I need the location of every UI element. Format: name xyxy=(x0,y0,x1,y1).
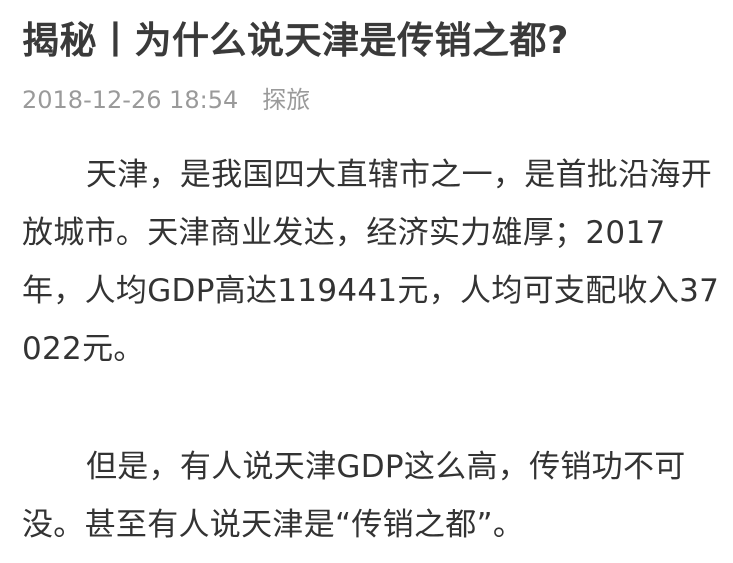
article-paragraph-2: 但是，有人说天津GDP这么高，传销功不可没。甚至有人说天津是“传销之都”。 xyxy=(22,449,686,543)
article-source[interactable]: 探旅 xyxy=(262,86,310,114)
article-title: 揭秘丨为什么说天津是传销之都? xyxy=(22,19,569,62)
article-paragraph-1: 天津，是我国四大直辖市之一，是首批沿海开放城市。天津商业发达，经济实力雄厚；20… xyxy=(22,157,720,367)
publish-date: 2018-12-26 18:54 xyxy=(22,86,239,114)
article-container: 揭秘丨为什么说天津是传销之都? 2018-12-26 18:54 探旅 天津，是我… xyxy=(0,0,733,563)
article-meta: 2018-12-26 18:54 探旅 xyxy=(22,82,723,118)
